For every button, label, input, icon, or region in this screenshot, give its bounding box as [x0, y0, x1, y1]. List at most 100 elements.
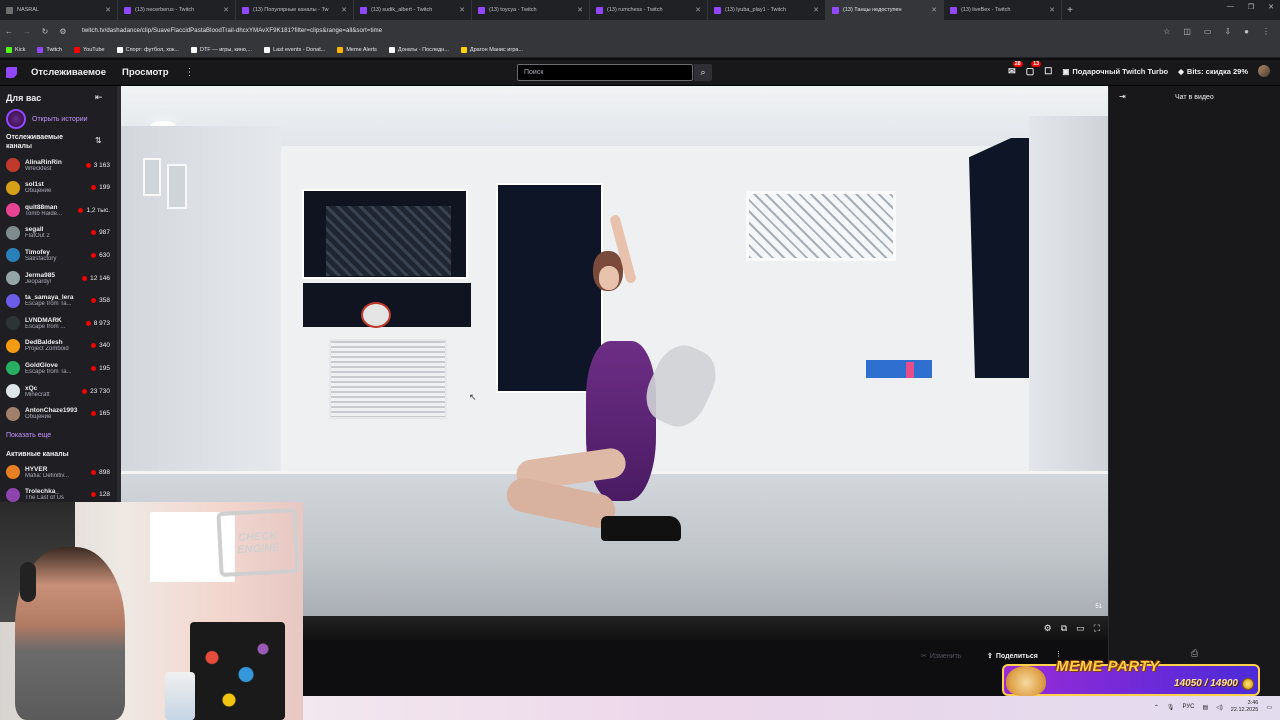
- tab-title: (13) lyuba_play1 - Twitch: [725, 7, 787, 13]
- following-link[interactable]: Отслеживаемое: [31, 67, 106, 78]
- language-indicator[interactable]: РУС: [1182, 704, 1194, 710]
- bookmark-item[interactable]: Спорт: футбол, хок...: [116, 46, 179, 53]
- bookmark-item[interactable]: Kick: [6, 46, 25, 53]
- more-menu-icon[interactable]: ⋮: [185, 67, 195, 78]
- browser-tab[interactable]: (13) rumchess - Twitch ✕: [590, 0, 708, 20]
- sidebar-channel-item[interactable]: sol1st Общение 199: [6, 177, 110, 199]
- sidebar-channel-item[interactable]: Jerma985 Jeopardy! 12 146: [6, 267, 110, 289]
- sidebar-channel-item[interactable]: Timofey Satisfactory 630: [6, 244, 110, 266]
- mic-icon[interactable]: 🎙︎: [1167, 704, 1175, 711]
- close-window-icon[interactable]: ✕: [1268, 3, 1274, 11]
- bookmark-item[interactable]: Meme Alerts: [337, 46, 377, 53]
- bookmark-favicon-icon: [460, 46, 467, 53]
- share-button[interactable]: ⇪ Поделиться: [987, 652, 1038, 661]
- inbox-icon[interactable]: ✉ 28: [1008, 60, 1023, 77]
- extensions-icon[interactable]: ◫: [1183, 27, 1191, 36]
- minimize-icon[interactable]: —: [1227, 3, 1234, 11]
- stories-button[interactable]: Открыть истории: [6, 109, 88, 129]
- close-tab-icon[interactable]: ✕: [931, 6, 937, 14]
- sidebar-channel-item[interactable]: HYVER Mafia: Definitiv... 898: [6, 461, 110, 483]
- tab-title: (13) necerberus - Twitch: [135, 7, 195, 13]
- new-tab-button[interactable]: +: [1062, 5, 1078, 16]
- sidebar-channel-item[interactable]: AntonChaze1993 Общение 165: [6, 403, 110, 425]
- volume-icon[interactable]: ◁): [1216, 704, 1223, 711]
- bits-button[interactable]: ◆ Bits: скидка 29%: [1178, 67, 1248, 76]
- collapse-chat-icon[interactable]: ⇥: [1119, 92, 1126, 101]
- chat-settings-icon[interactable]: ⎙: [1191, 648, 1198, 659]
- search-icon[interactable]: ⌕: [694, 64, 712, 81]
- bookmark-item[interactable]: YouTube: [73, 46, 105, 53]
- site-info-icon[interactable]: ⚙: [54, 27, 72, 36]
- browser-tab-bar: NASRAL ✕ (13) necerberus - Twitch ✕ (13) Поп…: [0, 0, 1280, 20]
- browser-tab[interactable]: (13) liveBex - Twitch ✕: [944, 0, 1062, 20]
- taskbar-clock[interactable]: 3:46 22.12.2025: [1231, 700, 1259, 714]
- sidebar-channel-item[interactable]: xQc Minecraft 23 730: [6, 380, 110, 402]
- page-favicon-icon: [6, 6, 13, 14]
- bookmark-star-icon[interactable]: ☆: [1163, 27, 1170, 36]
- twitch-top-nav: Отслеживаемое Просмотр ⋮ Поиск ⌕ ✉ 28 ▢ 13…: [0, 60, 1280, 86]
- browser-tab[interactable]: (13) toycya - Twitch ✕: [472, 0, 590, 20]
- network-icon[interactable]: ▤: [1203, 704, 1209, 711]
- search-input[interactable]: Поиск: [517, 64, 693, 81]
- bookmark-label: Драгон Манис игра...: [469, 46, 524, 53]
- reload-icon[interactable]: ↻: [36, 27, 54, 36]
- whispers-icon[interactable]: ☐: [1044, 66, 1052, 77]
- channel-name: sol1st: [25, 181, 44, 189]
- tray-chevron-icon[interactable]: ⌃: [1154, 704, 1159, 711]
- maximize-icon[interactable]: ❐: [1248, 3, 1254, 11]
- downloads-icon[interactable]: ⇩: [1224, 27, 1231, 36]
- browser-tab[interactable]: (13) necerberus - Twitch ✕: [118, 0, 236, 20]
- cast-icon[interactable]: ▭: [1204, 27, 1212, 36]
- back-icon[interactable]: ←: [0, 27, 18, 36]
- browser-tab[interactable]: NASRAL ✕: [0, 0, 118, 20]
- bookmark-item[interactable]: DTF — игры, кино,...: [190, 46, 252, 53]
- viewer-count: 199: [99, 184, 110, 192]
- user-avatar[interactable]: [1258, 65, 1270, 77]
- live-dot-icon: [91, 469, 97, 475]
- notifications-icon[interactable]: ▢ 13: [1026, 60, 1042, 77]
- sort-icon[interactable]: ⇅: [95, 136, 102, 145]
- sidebar-channel-item[interactable]: GoldGlove Escape from Ta... 195: [6, 357, 110, 379]
- close-tab-icon[interactable]: ✕: [695, 6, 701, 14]
- sidebar-channel-item[interactable]: ta_samaya_lera Escape from Ta... 358: [6, 290, 110, 312]
- gift-turbo-button[interactable]: ▣ Подарочный Twitch Turbo: [1062, 67, 1168, 76]
- fullscreen-icon[interactable]: ⛶: [1094, 623, 1100, 634]
- browser-tab[interactable]: (13) lyuba_play1 - Twitch ✕: [708, 0, 826, 20]
- bookmark-item[interactable]: Last events - Donat...: [264, 46, 325, 53]
- clip-icon[interactable]: ⧉: [1061, 623, 1067, 634]
- profile-icon[interactable]: ●: [1244, 27, 1249, 36]
- collapse-sidebar-icon[interactable]: ⇤: [95, 92, 103, 103]
- browser-tab[interactable]: (13) sudik_albert - Twitch ✕: [354, 0, 472, 20]
- close-tab-icon[interactable]: ✕: [105, 6, 111, 14]
- close-tab-icon[interactable]: ✕: [813, 6, 819, 14]
- twitch-logo-icon[interactable]: [6, 66, 17, 79]
- url-field[interactable]: twitch.tv/dashadance/clip/SuaveFlaccidPa…: [82, 28, 1163, 34]
- browser-menu-icon[interactable]: ⋮: [1262, 27, 1270, 36]
- sidebar-channel-item[interactable]: quit88man Tomb Raide... 1,2 тыс.: [6, 199, 110, 221]
- bookmark-label: YouTube: [82, 46, 105, 53]
- browser-tab[interactable]: (13) Популярные каналы - Tw ✕: [236, 0, 354, 20]
- edit-button[interactable]: ✂ Изменить: [921, 652, 961, 661]
- close-tab-icon[interactable]: ✕: [459, 6, 465, 14]
- sidebar-channel-item[interactable]: DedBaldesh Project Zomboid 340: [6, 335, 110, 357]
- sidebar-channel-item[interactable]: LVNDMARK Escape from ... 8 973: [6, 312, 110, 334]
- theater-mode-icon[interactable]: ▭: [1076, 623, 1085, 634]
- more-options-icon[interactable]: ⋮: [1055, 650, 1062, 658]
- sidebar-channel-item[interactable]: AlinaRinRin Wreckfest 3 163: [6, 154, 110, 176]
- close-tab-icon[interactable]: ✕: [223, 6, 229, 14]
- show-more-link[interactable]: Показать еще: [6, 432, 51, 439]
- bookmark-item[interactable]: Драгон Манис игра...: [460, 46, 524, 53]
- close-tab-icon[interactable]: ✕: [1049, 6, 1055, 14]
- close-tab-icon[interactable]: ✕: [341, 6, 347, 14]
- browse-link[interactable]: Просмотр: [122, 67, 169, 78]
- channel-name: ta_samaya_lera: [25, 294, 74, 302]
- forward-icon[interactable]: →: [18, 27, 36, 36]
- settings-icon[interactable]: ⚙: [1044, 623, 1052, 634]
- bookmark-item[interactable]: Twitch: [37, 46, 62, 53]
- close-tab-icon[interactable]: ✕: [577, 6, 583, 14]
- notifications-tray-icon[interactable]: ▭: [1266, 704, 1272, 711]
- sidebar-channel-item[interactable]: segall FlatOut 2 987: [6, 222, 110, 244]
- bookmark-item[interactable]: Донаты - Последн...: [388, 46, 449, 53]
- browser-tab[interactable]: (13) Танцы недоступен ✕: [826, 0, 944, 20]
- check-engine-sign: CHECK ENGINE: [216, 507, 300, 578]
